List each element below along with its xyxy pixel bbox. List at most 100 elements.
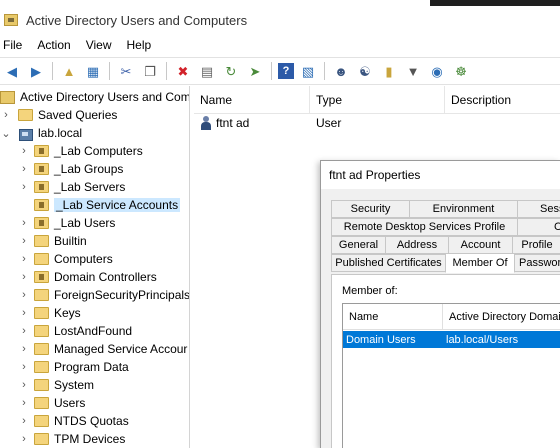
console-icon[interactable]: ▧	[298, 61, 318, 81]
toolbar-separator	[166, 62, 167, 80]
details-view-icon[interactable]: ▦	[83, 61, 103, 81]
tab-general[interactable]: General	[331, 236, 386, 254]
chevron-right-icon[interactable]: ›	[18, 253, 30, 265]
tree-item-computers[interactable]: › Computers	[18, 250, 113, 268]
chevron-right-icon[interactable]: ›	[18, 235, 30, 247]
tree-item-domain[interactable]: ⌄ lab.local	[0, 124, 82, 142]
delete-icon[interactable]: ✖	[173, 61, 193, 81]
tab-account[interactable]: Account	[448, 236, 513, 254]
find-icon[interactable]: ◉	[427, 61, 447, 81]
back-arrow-icon[interactable]: ◀	[2, 61, 22, 81]
tree-item-foreign-security-principals[interactable]: › ForeignSecurityPrincipals	[18, 286, 189, 304]
tree-root-label: Active Directory Users and Com	[20, 90, 190, 104]
menu-view[interactable]: View	[83, 38, 120, 52]
chevron-down-icon[interactable]: ⌄	[0, 127, 12, 140]
forward-arrow-icon[interactable]: ▶	[26, 61, 46, 81]
folder-icon	[34, 253, 49, 265]
chevron-right-icon[interactable]: ›	[18, 433, 30, 445]
member-of-panel: Member of: Name Active Directory Domain …	[331, 274, 560, 448]
tab-address[interactable]: Address	[385, 236, 449, 254]
tree-item-builtin[interactable]: › Builtin	[18, 232, 87, 250]
new-group-icon[interactable]: ☯	[355, 61, 375, 81]
tree-item-saved-queries[interactable]: › Saved Queries	[0, 106, 117, 124]
toolbar-separator	[52, 62, 53, 80]
column-header-name[interactable]: Name	[194, 86, 310, 114]
chevron-right-icon[interactable]: ›	[18, 289, 30, 301]
menu-action[interactable]: Action	[34, 38, 78, 52]
copy-icon[interactable]: ❐	[140, 61, 160, 81]
column-header-type[interactable]: Type	[310, 86, 445, 114]
tree-root[interactable]: Active Directory Users and Com	[0, 88, 190, 106]
list-item[interactable]: ftnt ad User	[194, 114, 560, 132]
tree-item-lost-and-found[interactable]: › LostAndFound	[18, 322, 132, 340]
chevron-right-icon[interactable]: ›	[18, 217, 30, 229]
tab-password-replication[interactable]: Passwor	[514, 254, 560, 272]
tab-environment[interactable]: Environment	[409, 200, 518, 218]
tab-security[interactable]: Security	[331, 200, 410, 218]
tree-item-label: Managed Service Accour	[54, 342, 188, 356]
chevron-right-icon[interactable]: ›	[18, 145, 30, 157]
column-header-description[interactable]: Description	[445, 86, 560, 114]
ou-icon	[34, 145, 49, 157]
tree-item-label: lab.local	[38, 126, 83, 140]
tree-item-system[interactable]: › System	[18, 376, 94, 394]
tab-sessions[interactable]: Sess	[517, 200, 560, 218]
tree-item-label: System	[54, 378, 95, 392]
chevron-right-icon[interactable]: ›	[18, 397, 30, 409]
chevron-right-icon[interactable]: ›	[18, 307, 30, 319]
tree-item-program-data[interactable]: › Program Data	[18, 358, 129, 376]
refresh-icon[interactable]: ↻	[221, 61, 241, 81]
menu-help[interactable]: Help	[124, 38, 160, 52]
tree-item-lab-users[interactable]: › _Lab Users	[18, 214, 115, 232]
table-row[interactable]: Domain Users lab.local/Users	[343, 331, 560, 348]
chevron-right-icon[interactable]: ›	[0, 109, 12, 121]
folder-icon	[34, 397, 49, 409]
tree-item-keys[interactable]: › Keys	[18, 304, 81, 322]
chevron-right-icon[interactable]: ›	[18, 325, 30, 337]
tree-item-label: NTDS Quotas	[54, 414, 129, 428]
cut-icon[interactable]: ✂	[116, 61, 136, 81]
column-header-name[interactable]: Name	[343, 304, 443, 330]
help-icon[interactable]: ?	[278, 63, 294, 79]
tree-item-users[interactable]: › Users	[18, 394, 85, 412]
tree-item-tpm-devices[interactable]: › TPM Devices	[18, 430, 125, 448]
tab-profile[interactable]: Profile	[512, 236, 560, 254]
tree-item-ntds-quotas[interactable]: › NTDS Quotas	[18, 412, 129, 430]
folder-icon	[34, 289, 49, 301]
tree-item-label: _Lab Users	[54, 216, 116, 230]
tab-member-of[interactable]: Member Of	[445, 253, 515, 273]
new-ou-icon[interactable]: ▮	[379, 61, 399, 81]
export-list-icon[interactable]: ➤	[245, 61, 265, 81]
tree-item-label: Saved Queries	[38, 108, 118, 122]
up-folder-icon[interactable]: ▲	[59, 61, 79, 81]
tab-remote-desktop-services-profile[interactable]: Remote Desktop Services Profile	[331, 218, 518, 236]
new-user-icon[interactable]: ☻	[331, 61, 351, 81]
tree-item-lab-computers[interactable]: › _Lab Computers	[18, 142, 143, 160]
chevron-right-icon[interactable]: ›	[18, 379, 30, 391]
group-folder: lab.local/Users	[446, 333, 519, 346]
member-of-list[interactable]: Name Active Directory Domain Domain User…	[342, 303, 560, 448]
tree-item-lab-groups[interactable]: › _Lab Groups	[18, 160, 123, 178]
add-to-group-icon[interactable]: ☸	[451, 61, 471, 81]
chevron-right-icon[interactable]: ›	[18, 343, 30, 355]
tree-item-label: Computers	[54, 252, 113, 266]
folder-icon	[18, 109, 33, 121]
chevron-right-icon[interactable]: ›	[18, 181, 30, 193]
chevron-right-icon[interactable]: ›	[18, 415, 30, 427]
tab-published-certificates[interactable]: Published Certificates	[331, 254, 446, 272]
tree-item-label: _Lab Servers	[54, 180, 126, 194]
chevron-right-icon[interactable]: ›	[18, 361, 30, 373]
tree-item-managed-service-accounts[interactable]: › Managed Service Accour	[18, 340, 187, 358]
tree-item-lab-servers[interactable]: › _Lab Servers	[18, 178, 125, 196]
column-header-ad-domain-services-folder[interactable]: Active Directory Domain	[443, 304, 560, 330]
tree-item-lab-service-accounts[interactable]: _Lab Service Accounts	[18, 196, 181, 214]
tree-item-label: _Lab Computers	[54, 144, 143, 158]
filter-icon[interactable]: ▼	[403, 61, 423, 81]
tab-com-plus[interactable]: C	[517, 218, 560, 236]
properties-icon[interactable]: ▤	[197, 61, 217, 81]
menu-file[interactable]: File	[0, 38, 30, 52]
chevron-right-icon[interactable]: ›	[18, 163, 30, 175]
chevron-right-icon[interactable]: ›	[18, 271, 30, 283]
tree-item-domain-controllers[interactable]: › Domain Controllers	[18, 268, 157, 286]
tree-item-label: LostAndFound	[54, 324, 133, 338]
